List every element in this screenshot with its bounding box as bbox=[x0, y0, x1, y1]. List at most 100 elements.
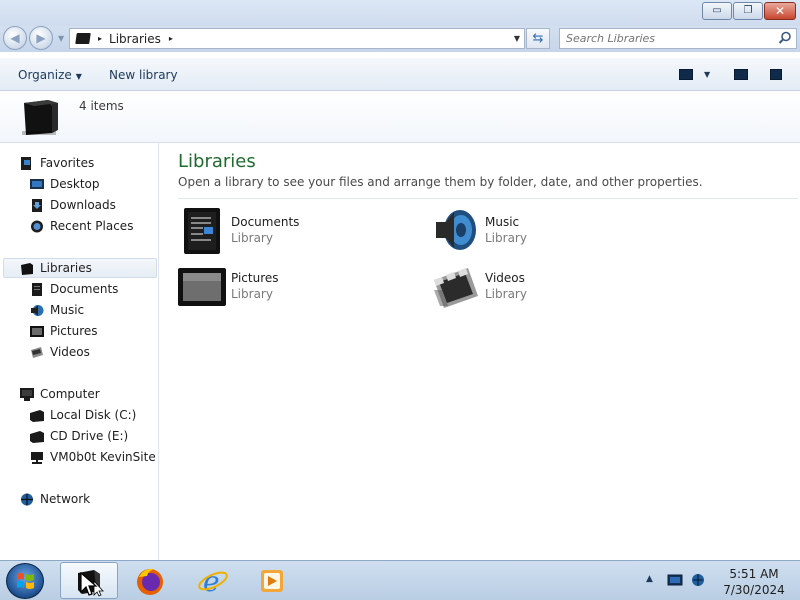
address-bar[interactable]: ▸ Libraries ▸ ▼ bbox=[69, 28, 525, 49]
nav-item-desktop[interactable]: Desktop bbox=[30, 174, 100, 194]
minimize-icon: ▭ bbox=[712, 5, 722, 16]
item-count: 4 items bbox=[79, 99, 124, 113]
show-hidden-icons-button[interactable]: ▲ bbox=[646, 574, 653, 584]
network-status-icon[interactable] bbox=[690, 573, 706, 587]
nav-item-label: Recent Places bbox=[50, 219, 134, 233]
recent-pages-dropdown[interactable]: ▼ bbox=[58, 34, 64, 43]
pictures-library-icon bbox=[178, 268, 226, 306]
nav-item-label: Local Disk (C:) bbox=[50, 408, 137, 422]
nav-item-videos[interactable]: Videos bbox=[30, 342, 90, 362]
library-tile-documents[interactable]: Documents Library bbox=[178, 206, 418, 256]
minimize-button[interactable]: ▭ bbox=[702, 2, 732, 20]
nav-item-label: Pictures bbox=[50, 324, 98, 338]
nav-item-downloads[interactable]: Downloads bbox=[30, 195, 116, 215]
nav-item-recent-places[interactable]: Recent Places bbox=[30, 216, 133, 236]
restore-icon: ❐ bbox=[743, 5, 753, 16]
nav-network[interactable]: Network bbox=[20, 489, 90, 509]
documents-library-icon bbox=[184, 208, 220, 254]
hard-disk-icon bbox=[30, 409, 44, 422]
nav-item-pictures[interactable]: Pictures bbox=[30, 321, 98, 341]
library-name: Videos bbox=[485, 271, 525, 285]
divider bbox=[178, 198, 798, 199]
nav-item-documents[interactable]: Documents bbox=[30, 279, 118, 299]
libraries-large-icon bbox=[22, 100, 58, 135]
library-tile-videos[interactable]: Videos Library bbox=[432, 262, 672, 312]
title-bar: ▭ ❐ ✕ bbox=[0, 0, 800, 26]
library-name: Music bbox=[485, 215, 520, 229]
chevron-down-icon: ▼ bbox=[75, 72, 82, 81]
taskbar-firefox[interactable] bbox=[121, 562, 179, 599]
preview-pane-icon[interactable] bbox=[734, 69, 748, 80]
library-tile-pictures[interactable]: Pictures Library bbox=[178, 262, 418, 312]
library-name: Pictures bbox=[231, 271, 279, 285]
network-icon bbox=[21, 493, 33, 505]
videos-library-icon bbox=[434, 268, 478, 308]
refresh-icon: ⇆ bbox=[532, 31, 544, 46]
library-type: Library bbox=[485, 231, 527, 245]
forward-button[interactable]: ▶ bbox=[29, 26, 53, 50]
search-input[interactable] bbox=[560, 29, 760, 48]
videos-icon bbox=[31, 346, 43, 358]
nav-computer[interactable]: Computer bbox=[20, 384, 100, 404]
recent-places-icon bbox=[31, 220, 43, 232]
action-center-icon[interactable] bbox=[667, 573, 683, 587]
clock-time: 5:51 AM bbox=[729, 567, 779, 581]
library-type: Library bbox=[231, 287, 273, 301]
nav-favorites[interactable]: Favorites bbox=[20, 153, 94, 173]
breadcrumb-libraries[interactable]: Libraries bbox=[109, 32, 161, 46]
page-title: Libraries bbox=[178, 151, 256, 172]
taskbar-internet-explorer[interactable]: e bbox=[184, 562, 242, 599]
refresh-button[interactable]: ⇆ bbox=[526, 28, 550, 49]
start-button[interactable] bbox=[6, 563, 44, 599]
nav-favorites-label: Favorites bbox=[40, 156, 95, 170]
nav-item-label: Downloads bbox=[50, 198, 116, 212]
network-drive-icon bbox=[31, 451, 43, 464]
star-icon bbox=[21, 156, 31, 170]
back-button[interactable]: ◀ bbox=[3, 26, 27, 50]
firefox-icon bbox=[137, 568, 163, 595]
help-icon[interactable] bbox=[770, 69, 782, 80]
nav-item-label: Documents bbox=[50, 282, 119, 296]
organize-label: Organize bbox=[18, 68, 72, 82]
documents-icon bbox=[32, 282, 42, 296]
library-tile-music[interactable]: Music Library bbox=[432, 206, 672, 256]
caption-buttons: ▭ ❐ ✕ bbox=[702, 2, 796, 20]
svg-text:e: e bbox=[203, 565, 220, 597]
windows-logo-icon bbox=[17, 573, 34, 589]
organize-button[interactable]: Organize ▼ bbox=[18, 68, 82, 82]
nav-item-label: Videos bbox=[50, 345, 90, 359]
maximize-button[interactable]: ❐ bbox=[733, 2, 763, 20]
computer-icon bbox=[20, 387, 34, 401]
nav-item-local-disk[interactable]: Local Disk (C:) bbox=[30, 405, 136, 425]
libraries-icon bbox=[21, 262, 33, 275]
breadcrumb-separator[interactable]: ▸ bbox=[169, 34, 173, 43]
search-box[interactable] bbox=[559, 28, 797, 49]
media-player-icon bbox=[261, 569, 283, 592]
nav-item-label: Desktop bbox=[50, 177, 100, 191]
change-view-icon[interactable] bbox=[679, 69, 693, 80]
nav-item-music[interactable]: Music bbox=[30, 300, 84, 320]
nav-item-label: CD Drive (E:) bbox=[50, 429, 129, 443]
nav-libraries[interactable]: Libraries bbox=[3, 258, 157, 278]
library-type: Library bbox=[485, 287, 527, 301]
cd-drive-icon bbox=[30, 430, 44, 443]
taskbar: e ▲ 5:51 AM 7/30/2024 bbox=[0, 560, 800, 600]
library-type: Library bbox=[231, 231, 273, 245]
nav-network-label: Network bbox=[40, 492, 91, 506]
search-icon[interactable] bbox=[778, 31, 792, 45]
mouse-cursor-icon bbox=[80, 572, 98, 596]
nav-item-cd-drive[interactable]: CD Drive (E:) bbox=[30, 426, 128, 446]
command-bar: Organize ▼ New library ▼ bbox=[0, 57, 800, 91]
nav-item-network-drive[interactable]: VM0b0t KevinSite bbox=[30, 447, 156, 467]
close-button[interactable]: ✕ bbox=[764, 2, 796, 20]
clock[interactable]: 5:51 AM 7/30/2024 bbox=[714, 566, 794, 598]
view-options-dropdown[interactable]: ▼ bbox=[704, 70, 710, 79]
music-icon bbox=[31, 304, 44, 316]
downloads-icon bbox=[32, 198, 42, 212]
breadcrumb-separator[interactable]: ▸ bbox=[98, 34, 102, 43]
new-library-button[interactable]: New library bbox=[109, 68, 178, 82]
internet-explorer-icon: e bbox=[198, 565, 228, 597]
taskbar-media-player[interactable] bbox=[243, 562, 301, 599]
address-dropdown-icon[interactable]: ▼ bbox=[514, 34, 520, 43]
nav-computer-label: Computer bbox=[40, 387, 100, 401]
